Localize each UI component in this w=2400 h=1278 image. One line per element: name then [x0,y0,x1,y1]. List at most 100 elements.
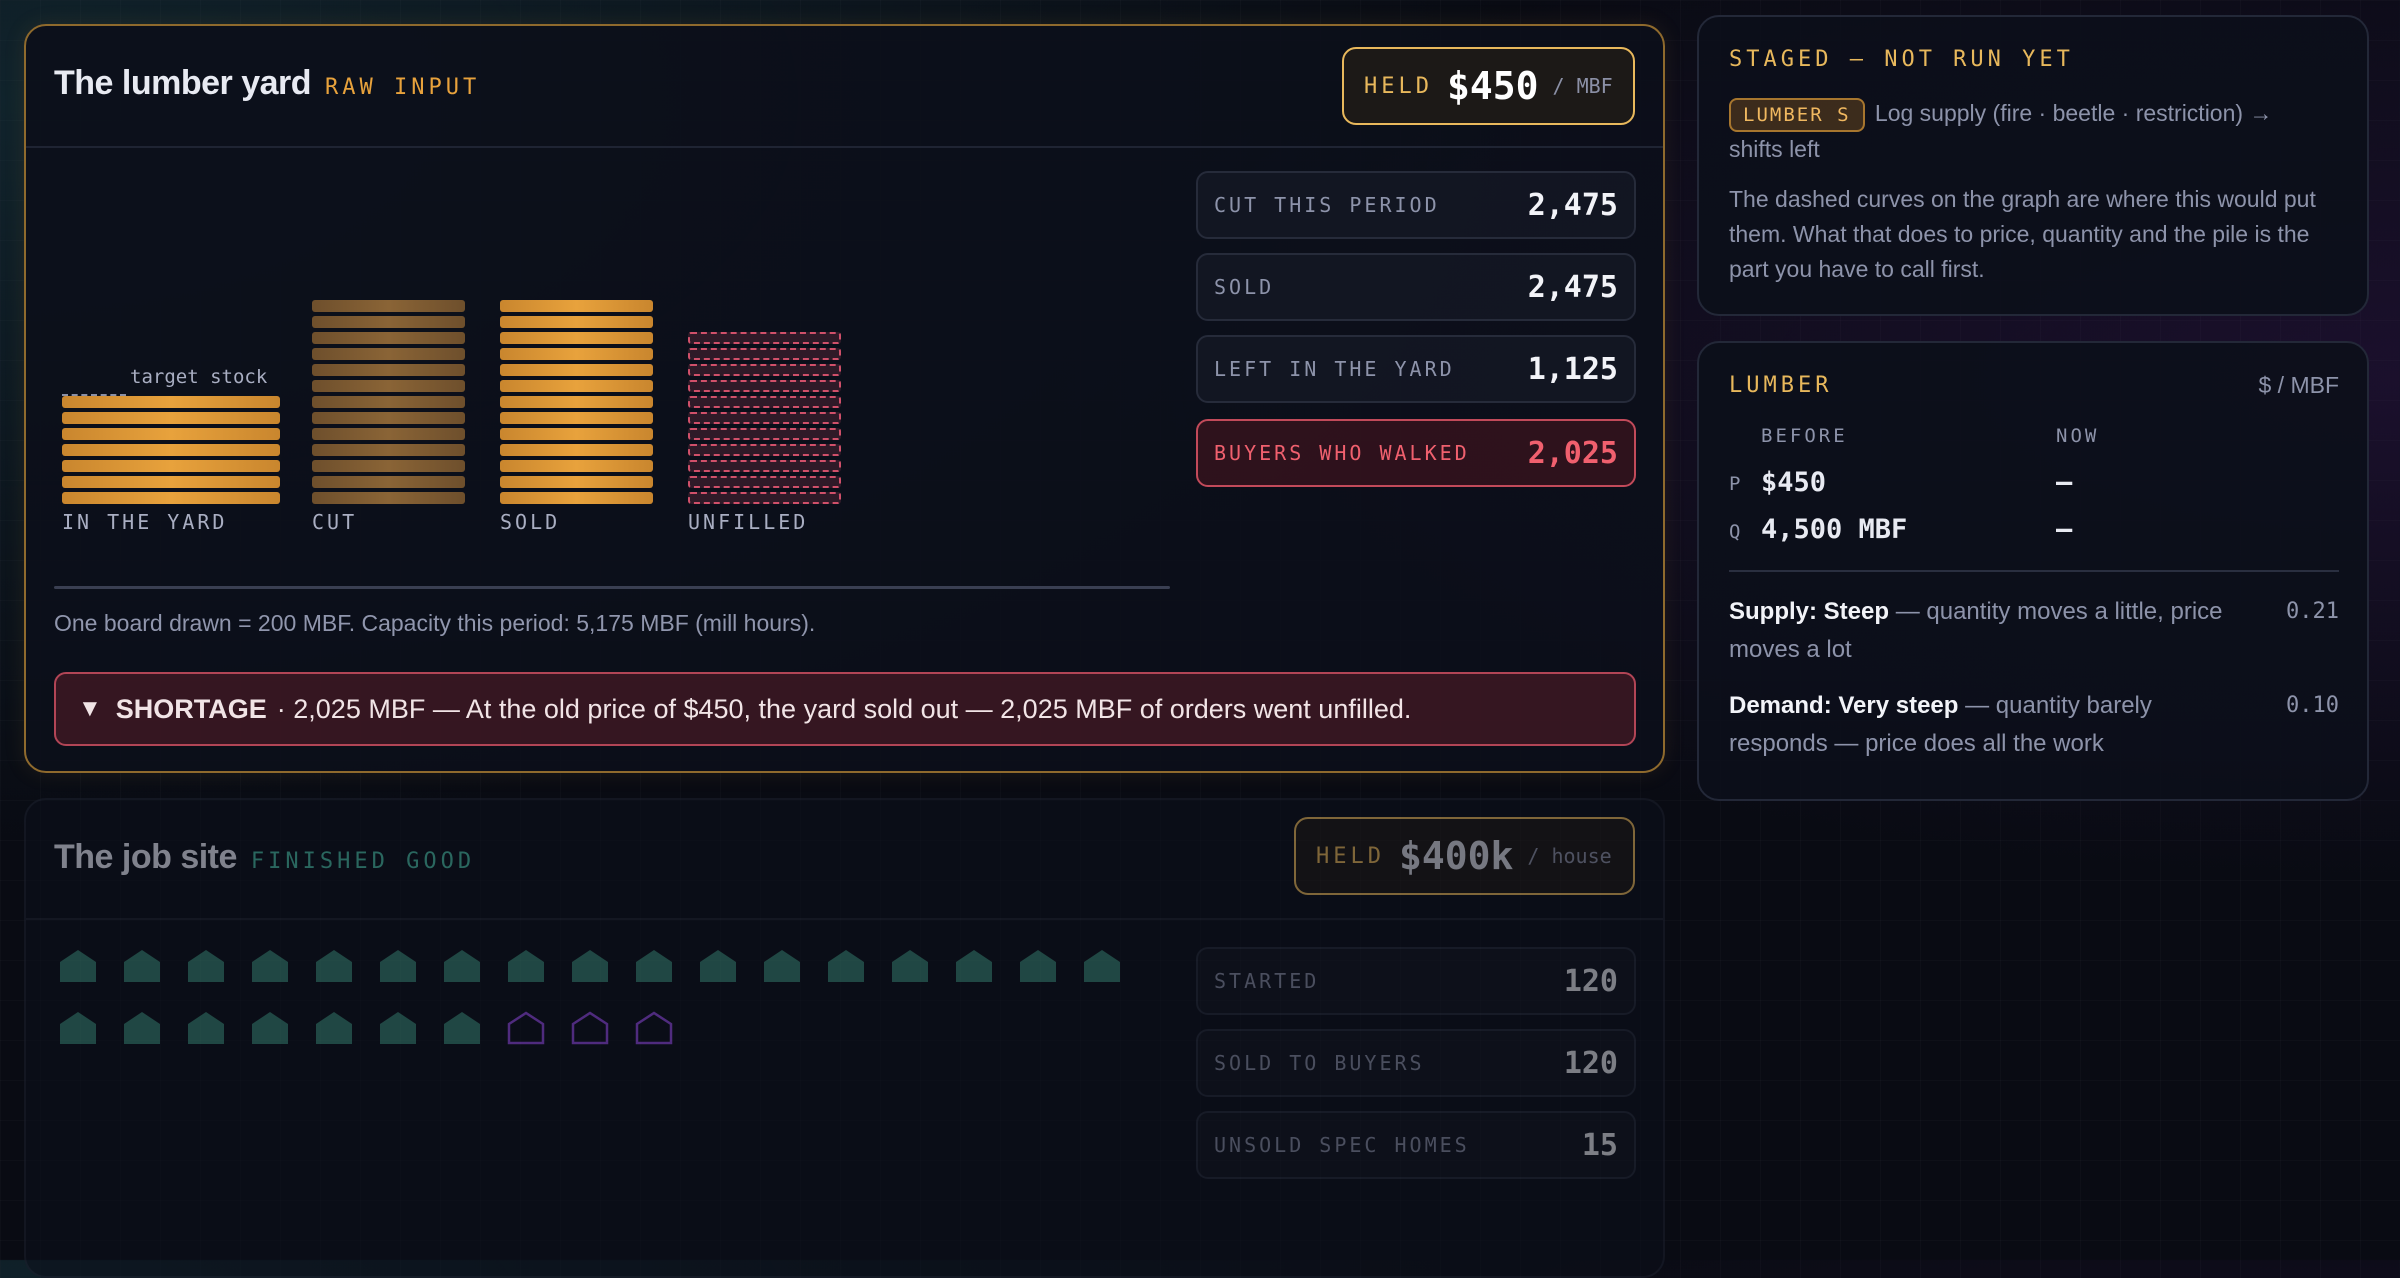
col-label-cut: CUT [312,510,358,534]
house-built-icon [378,948,418,984]
stat-value: 15 [1581,1127,1618,1163]
board [312,380,465,392]
board [312,316,465,328]
house-built-icon [250,948,290,984]
held-label: HELD [1364,73,1433,99]
house-built-icon [186,948,226,984]
stat-sold-to-buyers: SOLD TO BUYERS 120 [1196,1029,1636,1097]
house-built-icon [826,948,866,984]
held-unit: / house [1527,844,1612,868]
demand-value: 0.10 [2286,693,2339,718]
target-stock-line [62,394,126,396]
stat-buyers-walked: BUYERS WHO WALKED 2,025 [1196,419,1636,487]
house-built-icon [314,948,354,984]
board [500,316,653,328]
house-built-icon [634,948,674,984]
job-site-header: The job site FINISHED GOOD HELD $400k / h… [26,800,1663,920]
stat-value: 1,125 [1527,351,1618,387]
board [500,348,653,360]
board [688,460,841,472]
board [62,460,280,472]
board [312,348,465,360]
triangle-down-icon: ▼ [78,695,102,722]
board [688,396,841,408]
staged-shock-panel: STAGED — NOT RUN YET LUMBER S Log supply… [1697,15,2369,316]
board [688,364,841,376]
stat-value: 120 [1563,963,1618,999]
house-built-icon [1082,948,1122,984]
house-built-icon [954,948,994,984]
board [62,476,280,488]
board [688,332,841,344]
board [62,444,280,456]
house-empty-icon [634,1010,674,1046]
board [312,300,465,312]
board [688,428,841,440]
house-built-icon [506,948,546,984]
stat-unsold-spec-homes: UNSOLD SPEC HOMES 15 [1196,1111,1636,1179]
demand-label: Demand: Very steep [1729,692,1959,719]
col-label-in-yard: IN THE YARD [62,510,228,534]
lumber-heading: LUMBER [1729,373,1833,398]
house-built-icon [314,1010,354,1046]
job-site-panel: The job site FINISHED GOOD HELD $400k / h… [24,798,1665,1278]
demand-elasticity: Demand: Very steep — quantity barely res… [1729,687,2249,763]
panel-tag: RAW INPUT [325,75,481,100]
stat-label: SOLD [1214,275,1275,299]
supply-label: Supply: Steep [1729,598,1890,625]
quantity-now: — [2056,514,2073,545]
col-label-sold: SOLD [500,510,561,534]
house-built-icon [250,1010,290,1046]
house-built-icon [378,1010,418,1046]
stat-value: 2,475 [1527,187,1618,223]
house-built-icon [58,948,98,984]
stat-left-in-yard: LEFT IN THE YARD 1,125 [1196,335,1636,403]
panel-tag: FINISHED GOOD [250,849,476,874]
row-key-quantity: Q [1729,521,1741,543]
board [312,396,465,408]
board [312,460,465,472]
house-built-icon [570,948,610,984]
board [312,492,465,504]
lumber-unit: $ / MBF [2258,372,2339,398]
board [688,348,841,360]
house-built-icon [442,1010,482,1046]
held-price-badge[interactable]: HELD $450 / MBF [1342,47,1635,125]
board [500,364,653,376]
board [500,300,653,312]
supply-value: 0.21 [2286,599,2339,624]
held-price-badge[interactable]: HELD $400k / house [1294,817,1635,895]
stat-value: 120 [1563,1045,1618,1081]
house-built-icon [890,948,930,984]
lumber-supply-chip[interactable]: LUMBER S [1729,98,1865,132]
shortage-text: · 2,025 MBF — At the old price of $450, … [276,693,1412,724]
board [688,476,841,488]
house-built-icon [122,948,162,984]
board [688,380,841,392]
lumber-yard-panel: The lumber yard RAW INPUT HELD $450 / MBF… [24,24,1665,773]
board [688,412,841,424]
stat-value: 2,025 [1527,435,1618,471]
supply-elasticity: Supply: Steep — quantity moves a little,… [1729,593,2249,669]
board [500,476,653,488]
staged-body-text: The dashed curves on the graph are where… [1729,186,2316,282]
staged-heading: STAGED — NOT RUN YET [1729,47,2074,72]
panel-title: The job site [54,838,237,876]
house-empty-icon [506,1010,546,1046]
stat-label: LEFT IN THE YARD [1214,357,1455,381]
board [312,444,465,456]
panel-title: The lumber yard [54,64,312,102]
stat-label: STARTED [1214,969,1320,993]
lumber-divider [1729,570,2339,572]
house-grid [58,948,1178,1058]
lumber-market-panel: LUMBER $ / MBF BEFORE NOW P $450 — Q 4,5… [1697,341,2369,801]
board [688,444,841,456]
lumber-yard-title: The lumber yard RAW INPUT [54,64,480,103]
job-site-title: The job site FINISHED GOOD [54,838,475,877]
target-stock-label: target stock [130,366,268,388]
price-now: — [2056,467,2073,498]
col-before-label: BEFORE [1761,425,1848,447]
board [500,428,653,440]
stat-label: CUT THIS PERIOD [1214,193,1440,217]
stat-started: STARTED 120 [1196,947,1636,1015]
